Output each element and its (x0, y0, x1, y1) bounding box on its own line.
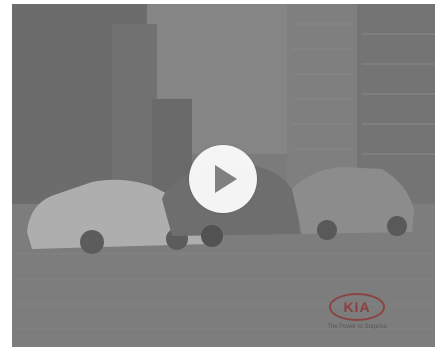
play-icon (215, 165, 237, 193)
play-button[interactable] (189, 145, 257, 213)
video-player[interactable]: KIA The Power to Surprise (12, 4, 435, 347)
brand-tagline: The Power to Surprise (327, 324, 387, 330)
kia-logo: KIA (329, 293, 385, 321)
brand-watermark: KIA The Power to Surprise (312, 293, 402, 330)
